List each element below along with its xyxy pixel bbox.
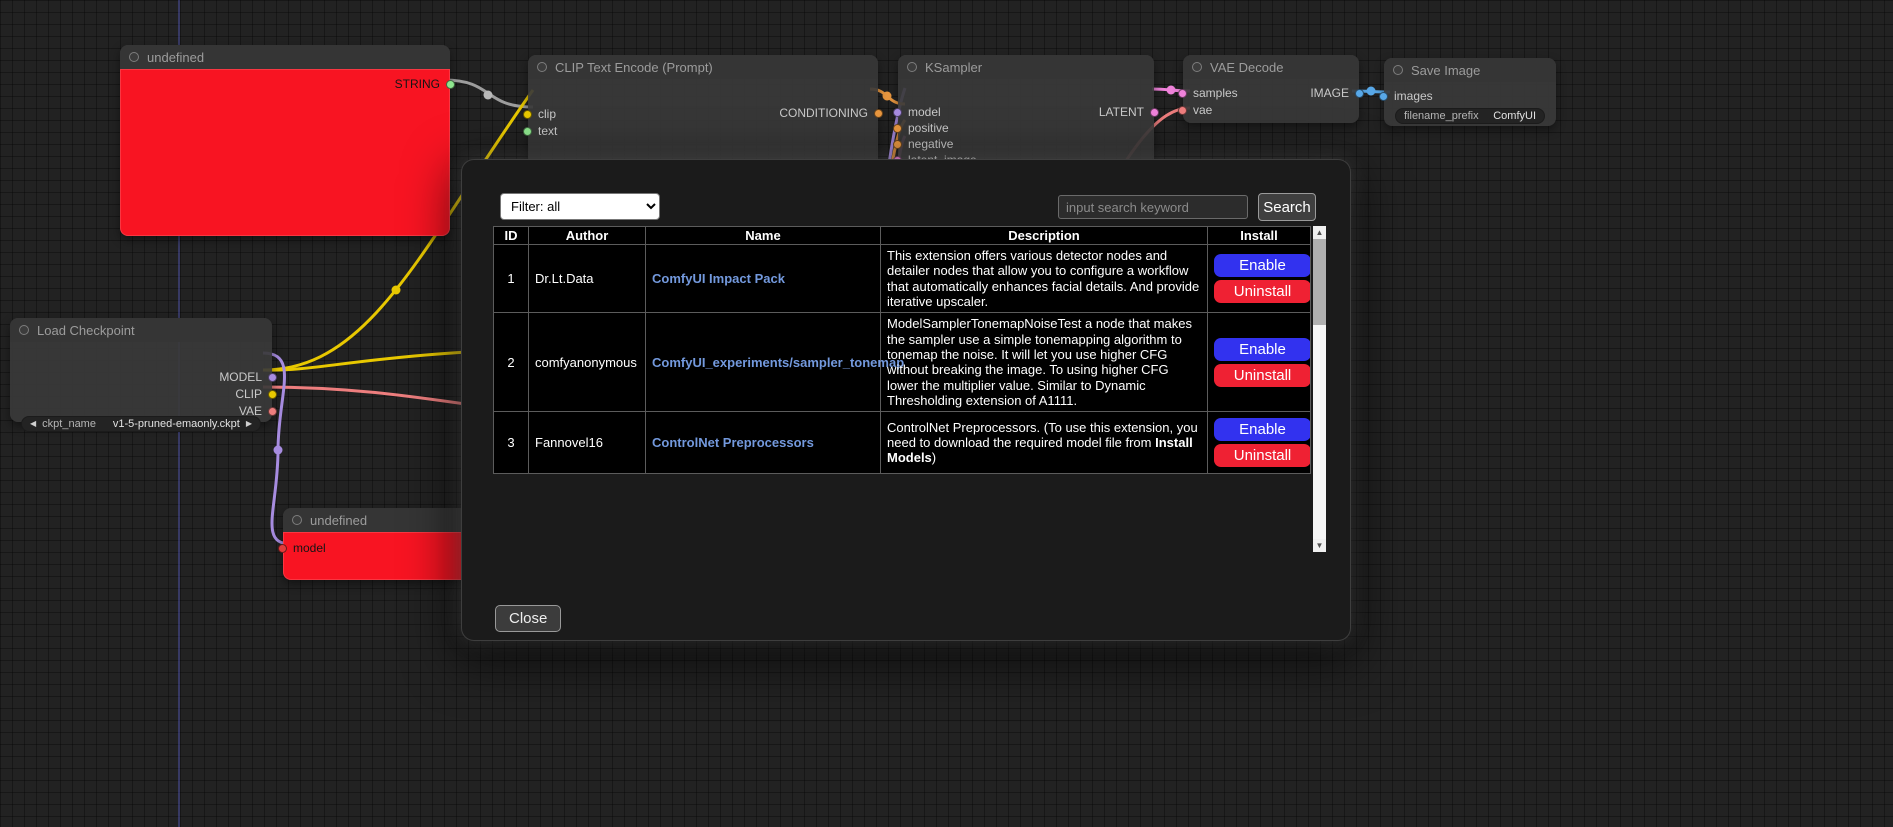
ckpt-name-widget[interactable]: ◀ ckpt_name v1-5-pruned-emaonly.ckpt ▶ xyxy=(21,416,261,432)
input-slot-vae[interactable]: vae xyxy=(1178,104,1212,116)
node-vae-decode[interactable]: VAE Decode samples vae IMAGE xyxy=(1183,55,1359,123)
extension-list-scroll-area[interactable]: ID Author Name Description Install 1 Dr.… xyxy=(493,226,1326,552)
extension-row: 1 Dr.Lt.Data ComfyUI Impact Pack This ex… xyxy=(494,245,1311,313)
extension-id: 3 xyxy=(494,412,529,474)
enable-button[interactable]: Enable xyxy=(1214,254,1311,277)
decrement-arrow-icon[interactable]: ◀ xyxy=(30,416,36,432)
input-slot-text[interactable]: text xyxy=(523,125,557,137)
input-slot-positive[interactable]: positive xyxy=(893,122,949,134)
header-id: ID xyxy=(494,227,529,245)
enable-button[interactable]: Enable xyxy=(1214,338,1311,361)
node-collapse-icon[interactable] xyxy=(19,325,29,335)
extension-id: 1 xyxy=(494,245,529,313)
node-title: KSampler xyxy=(925,60,982,75)
node-undefined-top[interactable]: undefined STRING xyxy=(120,45,450,236)
node-collapse-icon[interactable] xyxy=(537,62,547,72)
extension-author: Fannovel16 xyxy=(529,412,646,474)
extension-description: This extension offers various detector n… xyxy=(881,245,1208,313)
header-install: Install xyxy=(1208,227,1311,245)
node-title: VAE Decode xyxy=(1210,60,1283,75)
input-slot-model[interactable]: model xyxy=(278,542,326,554)
extension-author: comfyanonymous xyxy=(529,313,646,412)
header-description: Description xyxy=(881,227,1208,245)
string-slot-icon[interactable] xyxy=(446,80,455,89)
table-header-row: ID Author Name Description Install xyxy=(494,227,1311,245)
output-slot-conditioning[interactable]: CONDITIONING xyxy=(779,107,883,119)
node-title: CLIP Text Encode (Prompt) xyxy=(555,60,713,75)
filename-prefix-widget[interactable]: filename_prefix ComfyUI xyxy=(1395,108,1545,124)
output-slot-clip[interactable]: CLIP xyxy=(235,388,277,400)
header-author: Author xyxy=(529,227,646,245)
extension-id: 2 xyxy=(494,313,529,412)
extension-link[interactable]: ComfyUI Impact Pack xyxy=(652,271,785,286)
extension-link[interactable]: ComfyUI_experiments/sampler_tonemap xyxy=(652,355,904,370)
input-slot-model[interactable]: model xyxy=(893,106,941,118)
node-undefined-bottom[interactable]: undefined model xyxy=(283,508,483,580)
uninstall-button[interactable]: Uninstall xyxy=(1214,280,1311,303)
uninstall-button[interactable]: Uninstall xyxy=(1214,444,1311,467)
node-title: Load Checkpoint xyxy=(37,323,135,338)
extension-table: ID Author Name Description Install 1 Dr.… xyxy=(493,226,1311,474)
output-slot-image[interactable]: IMAGE xyxy=(1310,87,1364,99)
node-title: undefined xyxy=(310,513,367,528)
node-collapse-icon[interactable] xyxy=(129,52,139,62)
node-title: undefined xyxy=(147,50,204,65)
extension-author: Dr.Lt.Data xyxy=(529,245,646,313)
node-save-image[interactable]: Save Image images filename_prefix ComfyU… xyxy=(1384,58,1556,126)
input-slot-clip[interactable]: clip xyxy=(523,108,556,120)
header-name: Name xyxy=(646,227,881,245)
close-button[interactable]: Close xyxy=(495,605,561,632)
node-load-checkpoint[interactable]: Load Checkpoint MODEL CLIP VAE ◀ ckpt_na… xyxy=(10,318,272,422)
scroll-down-icon[interactable]: ▼ xyxy=(1313,539,1326,552)
extension-row: 2 comfyanonymous ComfyUI_experiments/sam… xyxy=(494,313,1311,412)
search-button[interactable]: Search xyxy=(1258,193,1316,221)
enable-button[interactable]: Enable xyxy=(1214,418,1311,441)
increment-arrow-icon[interactable]: ▶ xyxy=(246,416,252,432)
node-collapse-icon[interactable] xyxy=(292,515,302,525)
input-slot-samples[interactable]: samples xyxy=(1178,87,1238,99)
extension-description: ControlNet Preprocessors. (To use this e… xyxy=(881,412,1208,474)
output-slot-latent[interactable]: LATENT xyxy=(1099,106,1159,118)
node-title: Save Image xyxy=(1411,63,1480,78)
node-collapse-icon[interactable] xyxy=(1192,62,1202,72)
input-slot-negative[interactable]: negative xyxy=(893,138,953,150)
node-collapse-icon[interactable] xyxy=(1393,65,1403,75)
output-slot-string[interactable]: STRING xyxy=(395,78,455,90)
scroll-up-icon[interactable]: ▲ xyxy=(1313,226,1326,239)
search-input[interactable] xyxy=(1058,195,1248,219)
uninstall-button[interactable]: Uninstall xyxy=(1214,364,1311,387)
filter-select[interactable]: Filter: all xyxy=(500,193,660,220)
input-slot-images[interactable]: images xyxy=(1379,90,1433,102)
extension-description: ModelSamplerTonemapNoiseTest a node that… xyxy=(881,313,1208,412)
comfyui-manager-dialog: Filter: all Search ID Author Name Descri… xyxy=(462,160,1350,640)
node-collapse-icon[interactable] xyxy=(907,62,917,72)
scrollbar[interactable]: ▲ ▼ xyxy=(1313,226,1326,552)
output-slot-model[interactable]: MODEL xyxy=(219,371,277,383)
extension-link[interactable]: ControlNet Preprocessors xyxy=(652,435,814,450)
scrollbar-thumb[interactable] xyxy=(1313,239,1326,325)
extension-row: 3 Fannovel16 ControlNet Preprocessors Co… xyxy=(494,412,1311,474)
